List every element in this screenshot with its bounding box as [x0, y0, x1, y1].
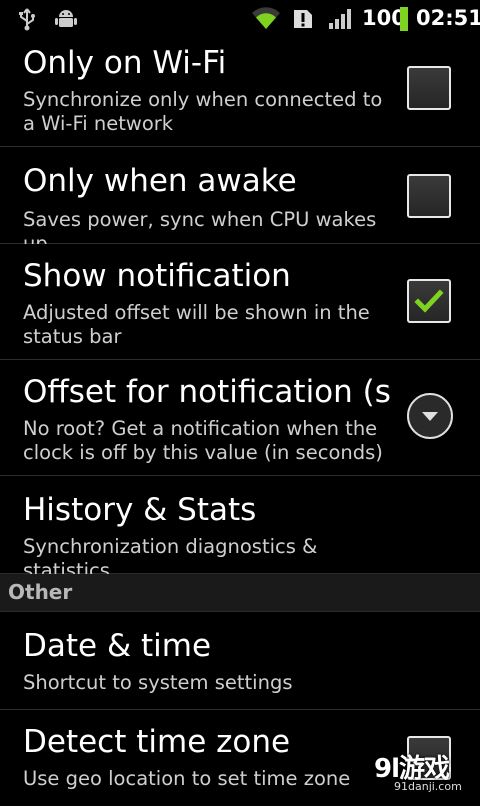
setting-summary: No root? Get a notification when the clo… — [23, 417, 383, 464]
show-notification-checkbox[interactable] — [407, 279, 451, 323]
wifi-icon — [250, 5, 282, 35]
battery-icon — [400, 7, 408, 35]
setting-date-time[interactable]: Date & time Shortcut to system settings — [0, 612, 480, 710]
setting-summary: Synchronize only when connected to a Wi-… — [23, 88, 383, 135]
setting-only-on-wifi[interactable]: Only on Wi-Fi Synchronize only when conn… — [0, 38, 480, 147]
usb-icon — [16, 7, 38, 35]
setting-title: History & Stats — [23, 492, 257, 528]
setting-title: Date & time — [23, 628, 212, 664]
setting-summary: Shortcut to system settings — [23, 671, 293, 694]
setting-only-when-awake[interactable]: Only when awake Saves power, sync when C… — [0, 147, 480, 255]
setting-title: Detect time zone — [23, 724, 291, 760]
setting-title: Show notification — [23, 258, 291, 294]
setting-title: Offset for notification (se — [23, 374, 391, 410]
alert-icon — [292, 8, 314, 34]
section-header-other: Other — [0, 574, 480, 612]
setting-summary: Adjusted offset will be shown in the sta… — [23, 301, 370, 348]
setting-title: Only on Wi-Fi — [23, 45, 227, 81]
awake-only-checkbox[interactable] — [407, 174, 451, 218]
setting-show-notification[interactable]: Show notification Adjusted offset will b… — [0, 244, 480, 360]
watermark-logo: 9l游戏 91danji.com — [372, 748, 472, 796]
wifi-only-checkbox[interactable] — [407, 66, 451, 110]
checkmark-icon — [414, 289, 444, 313]
setting-summary: Use geo location to set time zone — [23, 767, 351, 790]
android-debug-icon — [54, 7, 78, 35]
status-bar: 100 02:51 — [0, 0, 480, 38]
setting-offset-notification[interactable]: Offset for notification (se No root? Get… — [0, 360, 480, 476]
section-header-label: Other — [8, 580, 73, 604]
settings-list: Only on Wi-Fi Synchronize only when conn… — [0, 38, 480, 806]
watermark-sub: 91danji.com — [394, 780, 462, 793]
clock: 02:51 — [416, 6, 480, 30]
chevron-down-icon — [422, 412, 438, 421]
offset-dropdown-button[interactable] — [407, 393, 453, 439]
signal-icon — [328, 8, 354, 34]
setting-title: Only when awake — [23, 163, 297, 199]
setting-history-stats[interactable]: History & Stats Synchronization diagnost… — [0, 476, 480, 582]
